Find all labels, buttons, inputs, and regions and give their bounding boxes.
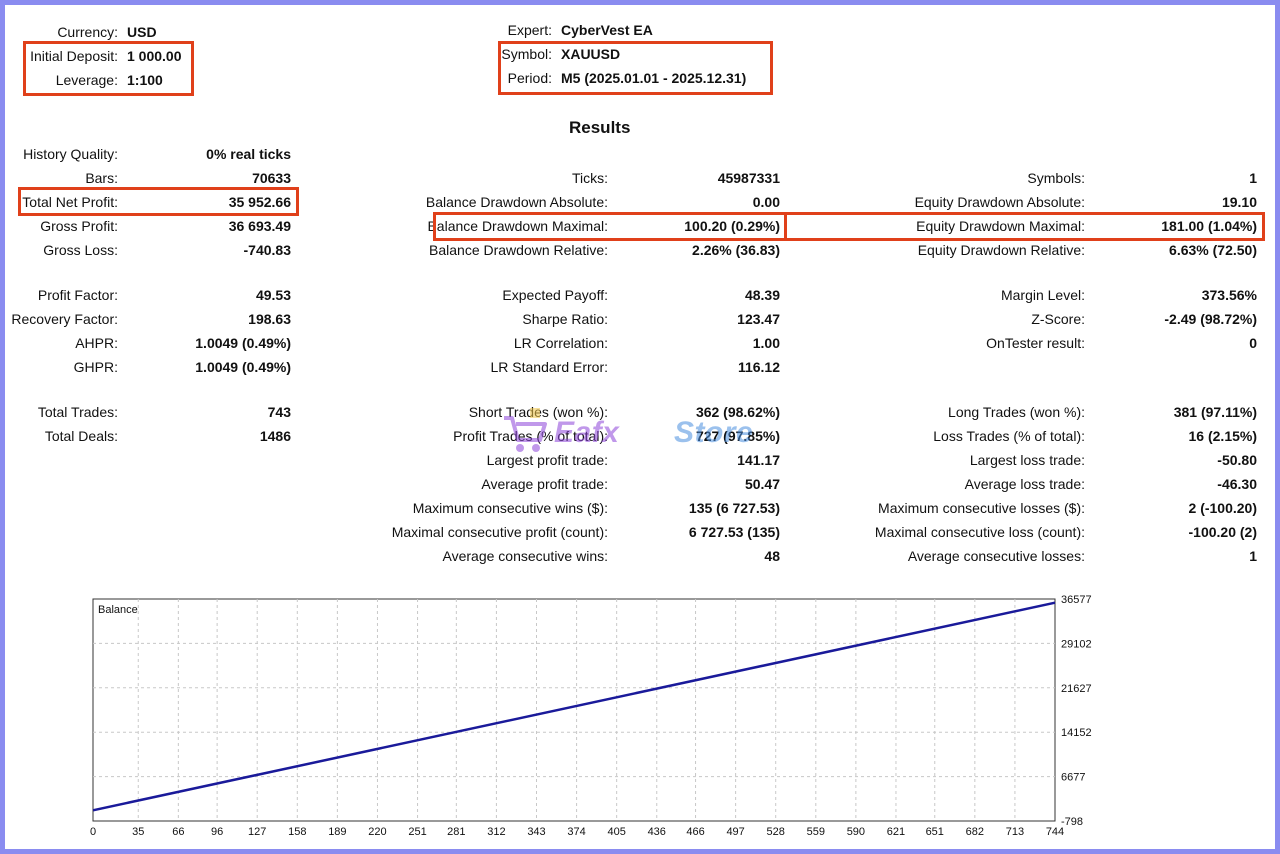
x-tick-label: 559 — [807, 826, 825, 838]
x-tick-label: 0 — [90, 826, 96, 838]
chart-legend-balance: Balance — [98, 604, 138, 616]
x-tick-label: 66 — [172, 826, 184, 838]
x-tick-label: 96 — [211, 826, 223, 838]
x-tick-label: 35 — [132, 826, 144, 838]
x-tick-label: 651 — [926, 826, 944, 838]
x-tick-label: 466 — [686, 826, 704, 838]
y-tick-label: 36577 — [1061, 594, 1092, 606]
x-tick-label: 528 — [767, 826, 785, 838]
y-tick-label: 21627 — [1061, 683, 1092, 695]
x-tick-label: 251 — [408, 826, 426, 838]
y-tick-label: 6677 — [1061, 772, 1085, 784]
balance-chart: 0 35 66 96 127 158 189 220 251 281 312 343 374 405 436… — [90, 594, 1092, 838]
plot-area — [92, 598, 1056, 822]
x-tick-label: 374 — [567, 826, 585, 838]
x-tick-label: 497 — [726, 826, 744, 838]
x-tick-label: 312 — [487, 826, 505, 838]
x-tick-label: 436 — [648, 826, 666, 838]
x-tick-label: 343 — [527, 826, 545, 838]
x-tick-label: 682 — [966, 826, 984, 838]
y-tick-label: 29102 — [1061, 638, 1092, 650]
x-tick-label: 158 — [288, 826, 306, 838]
x-tick-label: 713 — [1006, 826, 1024, 838]
y-tick-label: 14152 — [1061, 727, 1092, 739]
x-tick-label: 127 — [248, 826, 266, 838]
x-tick-label: 189 — [328, 826, 346, 838]
x-tick-label: 621 — [887, 826, 905, 838]
x-tick-label: 220 — [368, 826, 386, 838]
x-tick-label: 405 — [607, 826, 625, 838]
x-tick-label: 281 — [447, 826, 465, 838]
y-tick-label: -798 — [1061, 816, 1083, 828]
x-tick-label: 590 — [847, 826, 865, 838]
